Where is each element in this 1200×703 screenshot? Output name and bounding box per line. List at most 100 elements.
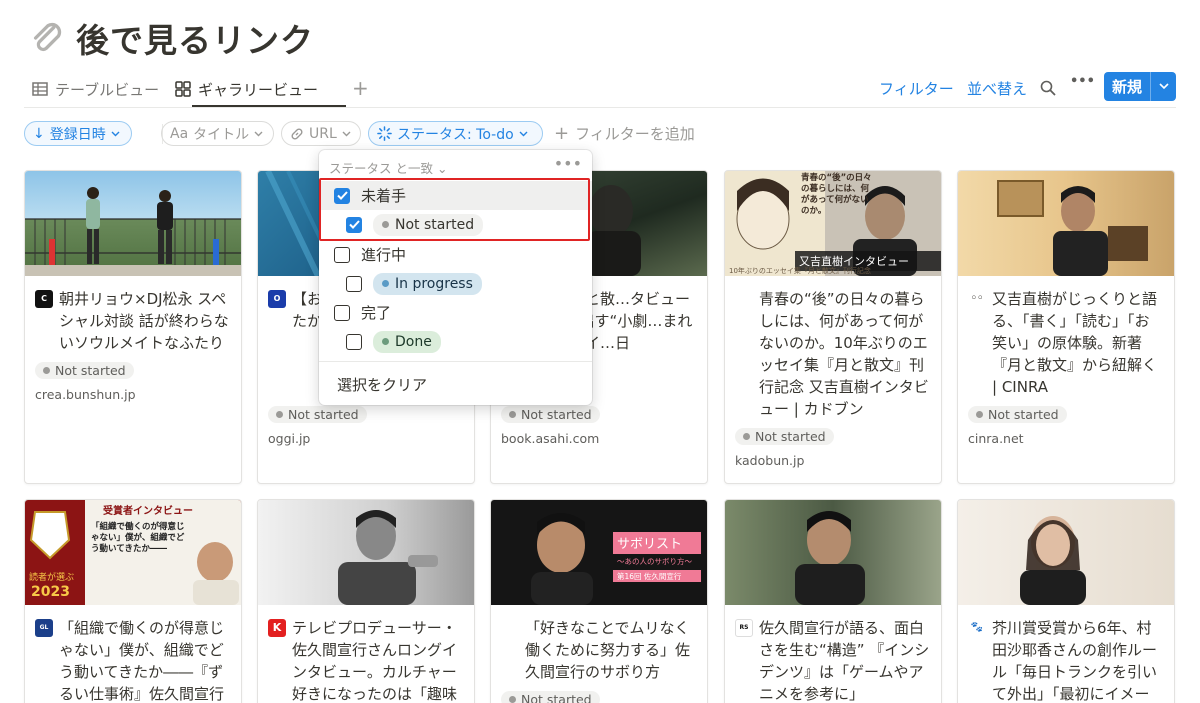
sort-chip-label: 登録日時 (49, 126, 106, 143)
gallery-card[interactable]: K テレビプロデューサー・佐久間宣行さんロングインタビュー。カルチャー好きになった… (257, 499, 475, 703)
clear-selection-button[interactable]: 選択をクリア (337, 374, 427, 395)
add-filter-label: フィルターを追加 (575, 125, 695, 143)
chevron-down-icon (254, 131, 263, 136)
checkbox-icon[interactable] (334, 246, 350, 263)
title-chip-label: タイトル (193, 126, 250, 143)
card-title: 佐久間宣行が語る、面白さを生む“構造” 『インシデンツ』は「ゲームやアニメを参考… (759, 619, 930, 703)
card-title: 又吉直樹がじっくりと語る、「書く」「読む」「お笑い」の原体験。新著『月と散文』か… (992, 290, 1158, 396)
view-tabs: テーブルビュー ギャラリービュー + フィルター 並べ替え ••• 新規 (24, 72, 1176, 108)
card-thumbnail (258, 500, 474, 605)
page-title: 後で見るリンク (76, 21, 314, 60)
chevron-down-icon (342, 131, 351, 136)
card-thumbnail: 又吉直樹インタビュー 10年ぶりのエッセイ集『月と散文』刊行記念 青春の“後”の… (725, 171, 941, 276)
cinra-favicon-icon: ◦◦ (968, 290, 986, 308)
tab-gallery-view[interactable]: ギャラリービュー (175, 78, 318, 100)
chevron-down-icon[interactable] (1150, 72, 1176, 101)
checkbox-checked-icon[interactable] (334, 187, 350, 204)
tab-table-view[interactable]: テーブルビュー (32, 78, 159, 100)
link-icon (291, 127, 303, 140)
option-badge: In progress (373, 272, 482, 295)
status-badge: Not started (735, 428, 834, 445)
card-site: cinra.net (968, 431, 1024, 446)
gallery-card[interactable]: RS 佐久間宣行が語る、面白さを生む“構造” 『インシデンツ』は「ゲームやアニメを… (724, 499, 942, 703)
status-badge: Not started (268, 406, 367, 423)
active-tab-indicator (192, 105, 346, 107)
group-label: 完了 (361, 304, 392, 322)
title-filter-chip[interactable]: Aa タイトル (161, 121, 274, 146)
award-quote-text: 「組織で働くのが得意じゃない」僕が、組織でどう動いてきたか―― (91, 522, 185, 554)
plus-icon: + (554, 123, 570, 144)
text-property-icon: Aa (170, 125, 189, 142)
k-favicon-icon: K (268, 619, 286, 637)
award-vote-text: 読者が選ぶ (29, 571, 74, 583)
status-chip-label: ステータス: To-do (397, 126, 514, 143)
checkbox-checked-icon[interactable] (346, 216, 362, 233)
status-group-in-progress[interactable]: 進行中 (319, 240, 592, 269)
kadobun-caption-text: 10年ぶりのエッセイ集『月と散文』刊行記念 (729, 266, 871, 275)
card-title: 芥川賞受賞から6年、村田沙耶香さんの創作ルール「毎日トランクを引いて外出」「最初… (992, 619, 1158, 703)
status-group-done[interactable]: 完了 (319, 298, 592, 327)
status-badge: Not started (501, 406, 600, 423)
group-label: 未着手 (361, 187, 407, 205)
status-badge: Not started (968, 406, 1067, 423)
sort-chip[interactable]: ↓ 登録日時 (24, 121, 132, 146)
checkbox-icon[interactable] (346, 333, 362, 350)
card-title: テレビプロデューサー・佐久間宣行さんロングインタビュー。カルチャー好きになったの… (292, 619, 458, 703)
card-title: 朝井リョウ×DJ松永 スペシャル対談 話が終わらないソウルメイトなふたり (59, 290, 229, 352)
cat-favicon-icon: 🐾 (968, 619, 986, 637)
option-badge: Done (373, 330, 441, 353)
new-button-label: 新規 (1111, 78, 1142, 96)
search-icon[interactable] (1040, 80, 1056, 96)
card-thumbnail (25, 171, 241, 276)
card-thumbnail: サボリスト 〜あの人のサボり方〜 第16回 佐久間宣行 (491, 500, 707, 605)
checkbox-icon[interactable] (346, 275, 362, 292)
new-button[interactable]: 新規 (1104, 72, 1176, 101)
filter-bar: ↓ 登録日時 Aa タイトル URL ステータス: To-do + フィルターを… (24, 121, 1176, 146)
sort-button[interactable]: 並べ替え (967, 78, 1027, 99)
crea-favicon-icon: C (35, 290, 53, 308)
status-option-done[interactable]: Done (319, 327, 592, 356)
award-title-text: 受賞者インタビュー (103, 504, 193, 517)
checkbox-icon[interactable] (334, 304, 350, 321)
card-site: kadobun.jp (735, 453, 805, 468)
card-site: oggi.jp (268, 431, 311, 446)
status-filter-chip[interactable]: ステータス: To-do (368, 121, 543, 146)
gallery-card[interactable]: 又吉直樹インタビュー 10年ぶりのエッセイ集『月と散文』刊行記念 青春の“後”の… (724, 170, 942, 484)
popup-condition-select[interactable]: ステータス と一致 ⌄ (329, 158, 447, 177)
url-chip-label: URL (309, 125, 337, 142)
card-thumbnail (958, 171, 1174, 276)
gallery-card[interactable]: ◦◦ 又吉直樹がじっくりと語る、「書く」「読む」「お笑い」の原体験。新著『月と散文… (957, 170, 1175, 484)
card-thumbnail (958, 500, 1174, 605)
option-badge: Not started (373, 213, 484, 236)
gallery-icon (175, 81, 191, 97)
card-title: 「好きなことでムリなく働くために努力する」佐久間宣行のサボり方 (525, 619, 691, 681)
gallery-card[interactable]: サボリスト 〜あの人のサボり方〜 第16回 佐久間宣行 「好きなことでムリなく働… (490, 499, 708, 703)
chevron-down-icon (111, 131, 120, 136)
status-badge: Not started (501, 691, 600, 703)
realsound-favicon-icon: RS (735, 619, 753, 637)
status-option-not-started[interactable]: Not started (319, 210, 592, 239)
add-view-plus-icon[interactable]: + (352, 76, 369, 100)
tab-label: テーブルビュー (55, 80, 160, 99)
award-year-text: 2023 (31, 584, 70, 600)
card-site: book.asahi.com (501, 431, 600, 446)
oggi-favicon-icon: O (268, 290, 286, 308)
card-thumbnail: 読者が選ぶ 2023 受賞者インタビュー 「組織で働くのが得意じゃない」僕が、組… (25, 500, 241, 605)
kadobun-book-text: 青春の“後”の日々の暮らしには、何があって何がないのか。 (801, 173, 872, 216)
chevron-down-icon: ⌄ (436, 161, 448, 176)
more-options-icon[interactable]: ••• (1070, 74, 1095, 89)
card-title: 青春の“後”の日々の暮らしには、何があって何がないのか。10年ぶりのエッセイ集『… (759, 290, 929, 418)
status-group-not-started[interactable]: 未着手 (319, 181, 592, 210)
filter-button[interactable]: フィルター (879, 78, 954, 99)
more-options-icon[interactable]: ••• (554, 154, 582, 173)
gallery-card[interactable]: 🐾 芥川賞受賞から6年、村田沙耶香さんの創作ルール「毎日トランクを引いて外出」「最… (957, 499, 1175, 703)
gallery-card[interactable]: 読者が選ぶ 2023 受賞者インタビュー 「組織で働くのが得意じゃない」僕が、組… (24, 499, 242, 703)
url-filter-chip[interactable]: URL (281, 121, 361, 146)
status-badge: Not started (35, 362, 134, 379)
saboriste-title-text: サボリスト (617, 537, 682, 552)
status-option-in-progress[interactable]: In progress (319, 269, 592, 298)
gallery-card[interactable]: C 朝井リョウ×DJ松永 スペシャル対談 話が終わらないソウルメイトなふたり No… (24, 170, 242, 484)
add-filter-button[interactable]: + フィルターを追加 (554, 123, 695, 144)
saboriste-number-text: 第16回 佐久間宣行 (617, 571, 682, 581)
kadobun-overlay-text: 又吉直樹インタビュー (799, 254, 909, 268)
